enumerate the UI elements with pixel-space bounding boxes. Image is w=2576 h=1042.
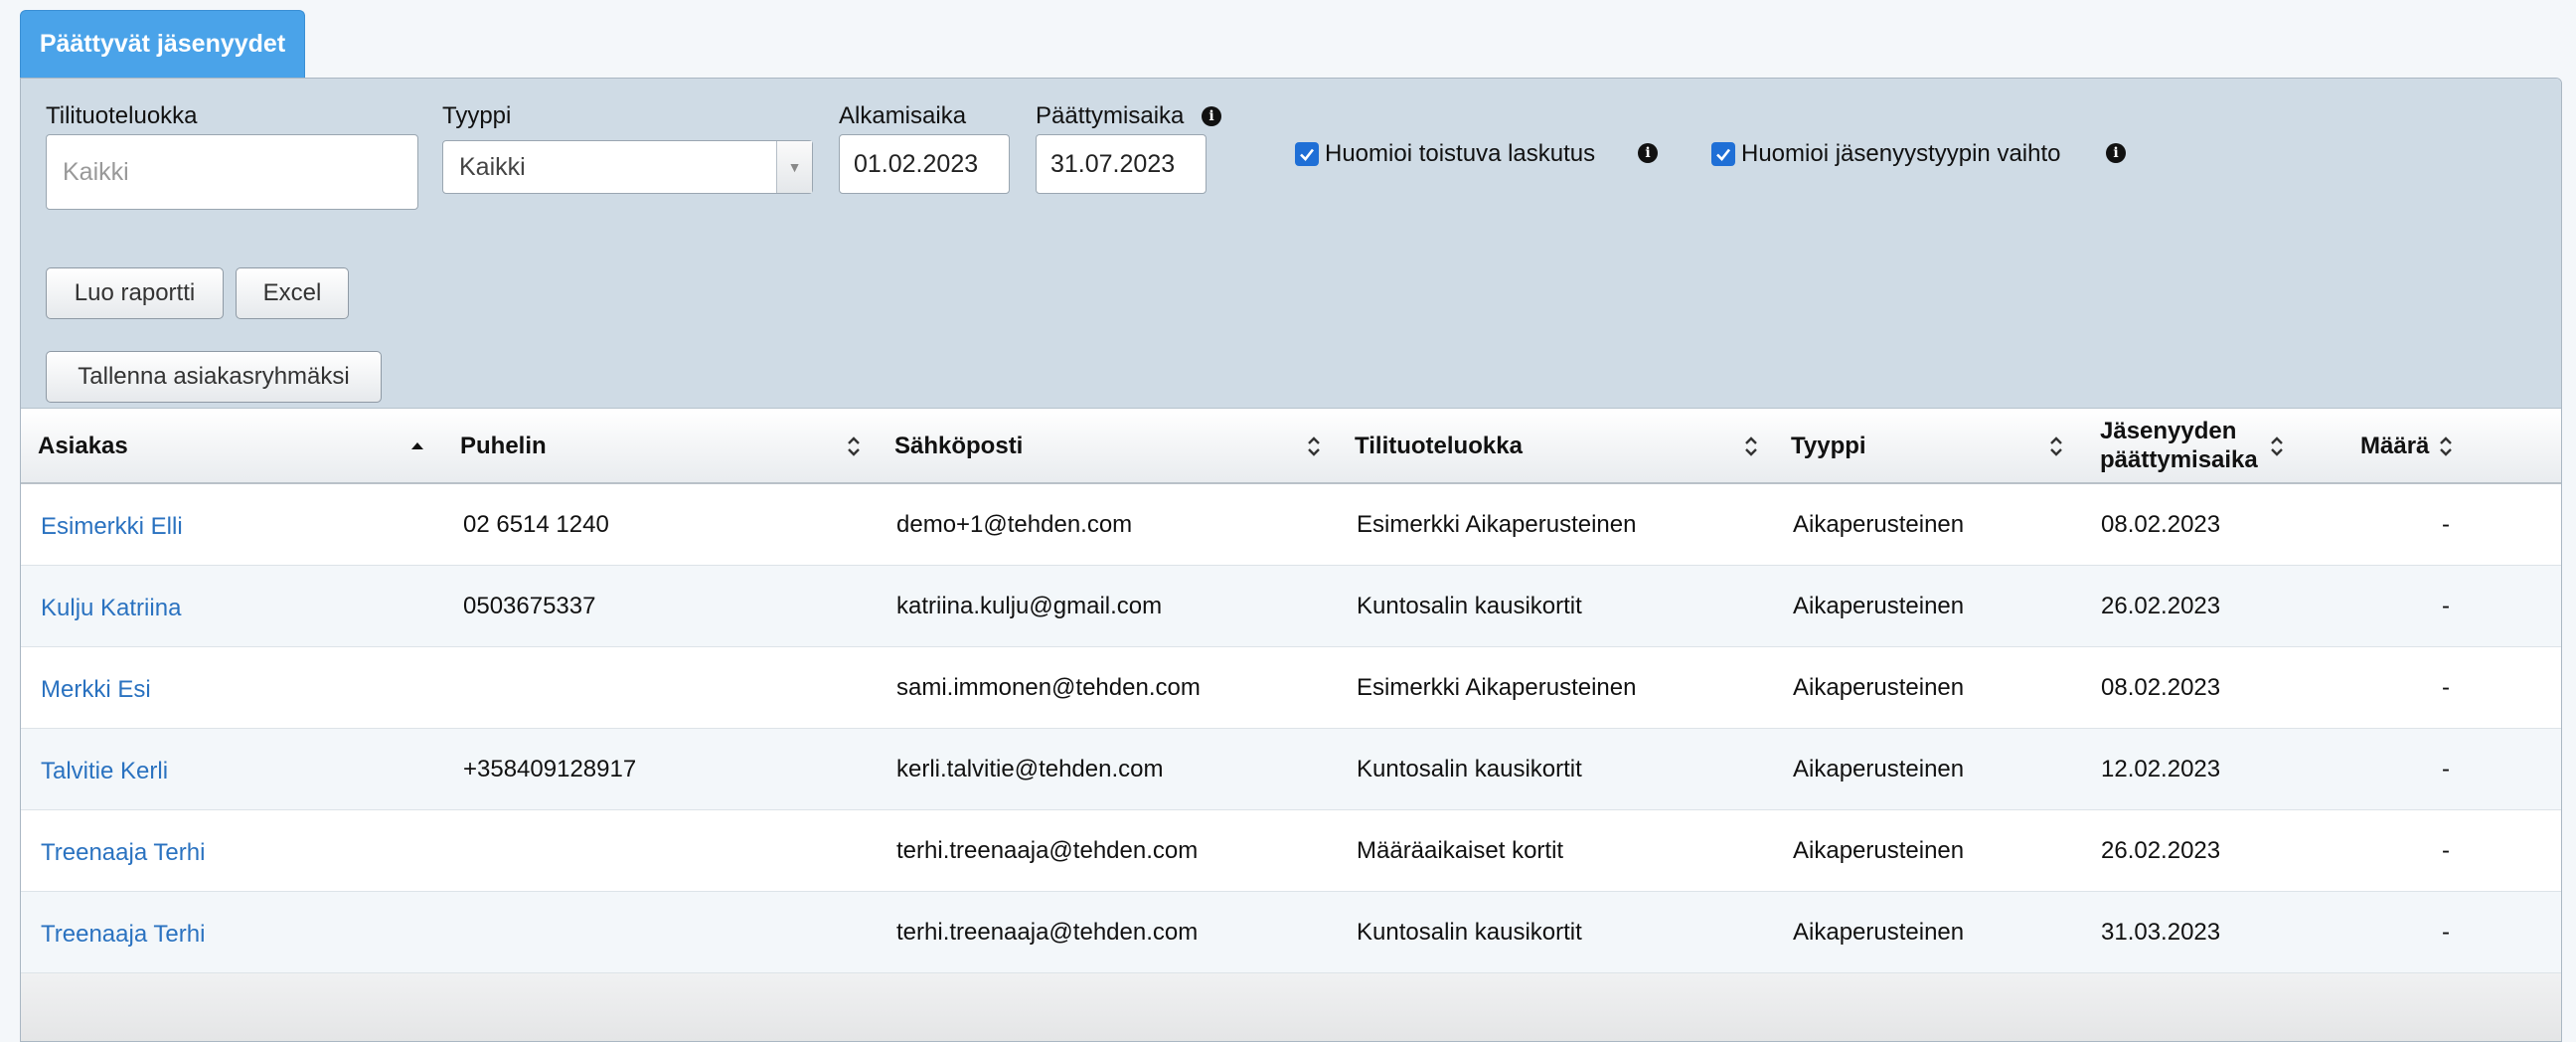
tilituoteluokka-cell: Kuntosalin kausikortit: [1357, 919, 1582, 946]
tilituoteluokka-cell: Määräaikaiset kortit: [1357, 837, 1564, 864]
maara-cell: -: [2442, 756, 2450, 782]
header-maara[interactable]: Määrä: [2360, 433, 2429, 460]
tyyppi-select-value: Kaikki: [459, 152, 526, 181]
sort-icon[interactable]: [1743, 434, 1759, 458]
paattymisaika-cell: 12.02.2023: [2101, 756, 2221, 782]
info-icon[interactable]: i: [2106, 143, 2126, 163]
tyyppi-cell: Aikaperusteinen: [1793, 511, 1965, 538]
sort-asc-icon[interactable]: [409, 434, 425, 458]
table-row: Merkki Esi sami.immonen@tehden.com Esime…: [21, 647, 2561, 729]
sort-icon[interactable]: [2269, 434, 2285, 458]
paattymisaika-cell: 26.02.2023: [2101, 593, 2221, 619]
excel-button[interactable]: Excel: [236, 267, 349, 319]
paattymisaika-label: Päättymisaika: [1036, 102, 1185, 129]
alkamisaika-input[interactable]: 01.02.2023: [839, 134, 1010, 194]
toistuva-laskutus-label[interactable]: Huomioi toistuva laskutus: [1325, 140, 1595, 168]
table-row: Treenaaja Terhi terhi.treenaaja@tehden.c…: [21, 810, 2561, 892]
header-asiakas[interactable]: Asiakas: [38, 433, 128, 460]
maara-cell: -: [2442, 919, 2450, 946]
asiakas-link[interactable]: Treenaaja Terhi: [41, 810, 205, 892]
sahkoposti-cell: kerli.talvitie@tehden.com: [896, 756, 1164, 782]
paattymisaika-cell: 26.02.2023: [2101, 837, 2221, 864]
paattymisaika-cell: 08.02.2023: [2101, 674, 2221, 701]
asiakas-link[interactable]: Talvitie Kerli: [41, 729, 168, 810]
paattymisaika-cell: 08.02.2023: [2101, 511, 2221, 538]
toistuva-laskutus-checkbox[interactable]: [1295, 142, 1319, 166]
puhelin-cell: +358409128917: [463, 756, 637, 782]
tyyppi-cell: Aikaperusteinen: [1793, 837, 1965, 864]
sort-icon[interactable]: [2048, 434, 2064, 458]
maara-cell: -: [2442, 593, 2450, 619]
sahkoposti-cell: terhi.treenaaja@tehden.com: [896, 837, 1199, 864]
asiakas-link[interactable]: Treenaaja Terhi: [41, 892, 205, 973]
tilituoteluokka-label: Tilituoteluokka: [46, 102, 198, 129]
header-paattymisaika-line2: päättymisaika: [2100, 446, 2258, 473]
sahkoposti-cell: sami.immonen@tehden.com: [896, 674, 1201, 701]
sahkoposti-cell: terhi.treenaaja@tehden.com: [896, 919, 1199, 946]
table-row: Treenaaja Terhi terhi.treenaaja@tehden.c…: [21, 892, 2561, 973]
checkmark-icon: [1300, 148, 1315, 161]
checkmark-icon: [1716, 148, 1731, 161]
sahkoposti-cell: katriina.kulju@gmail.com: [896, 593, 1163, 619]
tyyppi-label: Tyyppi: [442, 102, 512, 129]
puhelin-cell: 0503675337: [463, 593, 596, 619]
puhelin-cell: 02 6514 1240: [463, 511, 609, 538]
alkamisaika-label: Alkamisaika: [839, 102, 967, 129]
header-sahkoposti[interactable]: Sähköposti: [894, 433, 1023, 460]
paattymisaika-input[interactable]: 31.07.2023: [1036, 134, 1207, 194]
table-row: Talvitie Kerli +358409128917 kerli.talvi…: [21, 729, 2561, 810]
tyyppi-cell: Aikaperusteinen: [1793, 756, 1965, 782]
tyyppi-cell: Aikaperusteinen: [1793, 919, 1965, 946]
tallenna-asiakasryhmaksi-button[interactable]: Tallenna asiakasryhmäksi: [46, 351, 382, 403]
header-tyyppi[interactable]: Tyyppi: [1791, 433, 1866, 460]
tilituoteluokka-cell: Kuntosalin kausikortit: [1357, 593, 1582, 619]
asiakas-link[interactable]: Esimerkki Elli: [41, 484, 183, 566]
header-tilituoteluokka[interactable]: Tilituoteluokka: [1355, 433, 1523, 460]
jasenyystyypin-vaihto-checkbox[interactable]: [1711, 142, 1735, 166]
luo-raportti-button[interactable]: Luo raportti: [46, 267, 224, 319]
sahkoposti-cell: demo+1@tehden.com: [896, 511, 1133, 538]
sort-icon[interactable]: [1306, 434, 1322, 458]
table-row: Kulju Katriina 0503675337 katriina.kulju…: [21, 566, 2561, 647]
paattymisaika-cell: 31.03.2023: [2101, 919, 2221, 946]
maara-cell: -: [2442, 511, 2450, 538]
header-paattymisaika[interactable]: Jäsenyyden päättymisaika: [2100, 417, 2258, 474]
tilituoteluokka-cell: Kuntosalin kausikortit: [1357, 756, 1582, 782]
info-icon[interactable]: i: [1202, 106, 1221, 126]
maara-cell: -: [2442, 837, 2450, 864]
tyyppi-cell: Aikaperusteinen: [1793, 593, 1965, 619]
tab-paattyvat-jasenyydet[interactable]: Päättyvät jäsenyydet: [20, 10, 305, 78]
tyyppi-cell: Aikaperusteinen: [1793, 674, 1965, 701]
info-icon[interactable]: i: [1638, 143, 1658, 163]
table-header: Asiakas Puhelin Sähköposti Tilituoteluok…: [21, 409, 2561, 484]
chevron-down-icon[interactable]: ▼: [776, 141, 812, 193]
sort-icon[interactable]: [846, 434, 862, 458]
sort-icon[interactable]: [2438, 434, 2454, 458]
asiakas-link[interactable]: Kulju Katriina: [41, 566, 181, 647]
asiakas-link[interactable]: Merkki Esi: [41, 647, 151, 729]
tilituoteluokka-cell: Esimerkki Aikaperusteinen: [1357, 511, 1637, 538]
jasenyystyypin-vaihto-label[interactable]: Huomioi jäsenyystyypin vaihto: [1741, 140, 2060, 168]
filter-area: Tilituoteluokka Kaikki Tyyppi Kaikki ▼ A…: [21, 79, 2561, 409]
header-paattymisaika-line1: Jäsenyyden: [2100, 418, 2237, 444]
maara-cell: -: [2442, 674, 2450, 701]
table-footer: [21, 973, 2561, 1041]
tyyppi-select[interactable]: Kaikki ▼: [442, 140, 813, 194]
report-panel: Tilituoteluokka Kaikki Tyyppi Kaikki ▼ A…: [20, 78, 2562, 1042]
table-row: Esimerkki Elli 02 6514 1240 demo+1@tehde…: [21, 484, 2561, 566]
tilituoteluokka-cell: Esimerkki Aikaperusteinen: [1357, 674, 1637, 701]
header-puhelin[interactable]: Puhelin: [460, 433, 547, 460]
tilituoteluokka-input[interactable]: Kaikki: [46, 134, 418, 210]
